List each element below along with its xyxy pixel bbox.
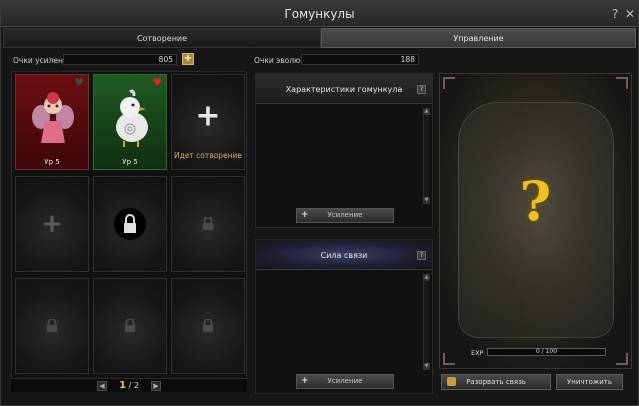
fairy-homunculus-icon [32,92,74,143]
favorite-icon[interactable]: ♥ [73,77,85,89]
current-page: 1 [119,380,127,391]
scroll-up-icon[interactable]: ▲ [423,108,430,115]
locked-slot[interactable] [171,278,245,374]
enhance-bond-button[interactable]: + Усиление [296,374,394,389]
plus-icon: + [41,209,63,239]
homunculus-window: Гомункулы ? ✕ Сотворение Управление Очки… [0,0,639,406]
homunculus-level: Ур 5 [44,158,60,166]
frame-corner [616,77,628,89]
evolution-points-value: 188 [301,54,419,65]
tab-bar: Сотворение Управление [1,28,638,48]
lock-icon [114,208,146,240]
characteristics-header: Характеристики гомункула ? [256,74,432,104]
lock-icon [124,319,136,333]
bond-panel: Сила связи ? ▲ ▼ + Усиление [255,239,433,394]
break-bond-label: Разорвать связь [466,378,526,386]
empty-slot[interactable]: + [15,176,89,272]
characteristics-panel: Характеристики гомункула ? ▲ ▼ + Усилени… [255,73,433,228]
scroll-down-icon[interactable]: ▼ [423,197,430,204]
window-title: Гомункулы [284,7,355,21]
exp-bar: 0 / 100 [487,348,606,356]
add-enhance-points-button[interactable]: + [182,53,194,65]
lock-icon [202,217,214,231]
locked-slot[interactable] [15,278,89,374]
homunculus-slot-2[interactable]: ♥ Ур 5 [93,74,167,170]
link-icon [447,377,456,386]
frame-corner [616,353,628,365]
page-indicator: 1 / 2 [11,380,247,391]
exp-label: EXP [471,349,484,357]
enhance-characteristics-button[interactable]: + Усиление [296,208,394,223]
tab-management[interactable]: Управление [321,28,636,48]
scrollbar[interactable]: ▲ ▼ [423,274,430,370]
total-pages: / 2 [128,381,139,390]
frame-corner [443,77,455,89]
help-icon[interactable]: ? [608,7,622,21]
bond-header: Сила связи ? [256,240,432,270]
homunculus-grid: ♥ Ур 5 ♥ Ур 5 + Идет сотворение + [11,71,247,391]
bond-title: Сила связи [320,251,368,260]
frame-corner [443,353,455,365]
scroll-down-icon[interactable]: ▼ [423,363,430,370]
next-page-button[interactable]: ▶ [151,381,161,391]
close-icon[interactable]: ✕ [623,7,637,21]
locked-slot[interactable] [171,176,245,272]
locked-slot[interactable] [93,176,167,272]
favorite-icon[interactable]: ♥ [151,77,163,89]
plus-icon: + [301,376,309,386]
chicken-homunculus-icon [116,89,148,147]
plus-icon: + [301,210,309,220]
enhance-label: Усиление [327,211,363,219]
characteristics-title: Характеристики гомункула [285,85,403,94]
homunculus-level: Ур 5 [122,158,138,166]
locked-slot[interactable] [93,278,167,374]
enhance-label: Усиление [327,377,363,385]
homunculus-preview: ? [439,73,632,369]
creating-slot[interactable]: + Идет сотворение [171,74,245,170]
scroll-up-icon[interactable]: ▲ [423,274,430,281]
help-icon[interactable]: ? [417,85,426,94]
break-bond-button[interactable]: Разорвать связь [441,374,551,390]
pager: ◀ 1 / 2 ▶ [11,378,247,392]
tab-creation[interactable]: Сотворение [3,28,321,48]
lock-icon [202,319,214,333]
homunculus-slot-1[interactable]: ♥ Ур 5 [15,74,89,170]
title-bar: Гомункулы ? ✕ [1,1,638,27]
creating-label: Идет сотворение [173,151,243,160]
lock-icon [46,319,58,333]
plus-icon: + [195,98,221,134]
enhance-points-value: 805 [63,54,177,65]
help-icon[interactable]: ? [417,251,426,260]
unknown-homunculus-icon: ? [519,169,552,233]
destroy-button[interactable]: Уничтожить [556,374,623,390]
scrollbar[interactable]: ▲ ▼ [423,108,430,204]
